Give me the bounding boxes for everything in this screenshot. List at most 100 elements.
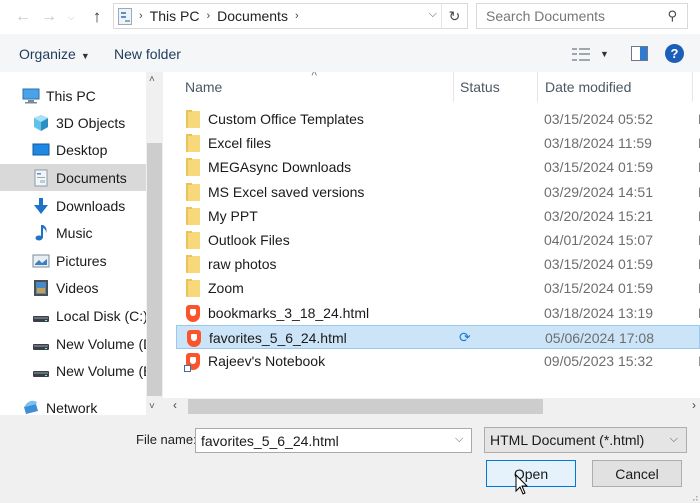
address-dropdown-icon[interactable]: ⌵ [429, 8, 437, 21]
sidebar-item-label: Pictures [56, 252, 107, 269]
sidebar-item-label: This PC [46, 87, 96, 104]
command-bar: Organize ▼ New folder ▼ ? [0, 34, 700, 72]
preview-pane-button[interactable] [631, 46, 648, 61]
help-button[interactable]: ? [665, 44, 684, 63]
column-header-type[interactable]: T [693, 72, 700, 102]
file-name-input[interactable]: favorites_5_6_24.html [195, 428, 472, 453]
scroll-right-icon[interactable]: › [692, 398, 696, 412]
file-row[interactable]: bookmarks_3_18_24.html03/18/2024 13:19B [176, 301, 700, 325]
folder-icon [186, 182, 200, 201]
sidebar-item-new-volume-e[interactable]: New Volume (E:) [0, 357, 161, 384]
file-row[interactable]: MS Excel saved versions03/29/2024 14:51F [176, 180, 700, 204]
file-row[interactable]: MEGAsync Downloads03/15/2024 01:59F [176, 155, 700, 179]
scroll-up-icon[interactable]: ˄ [149, 74, 155, 85]
file-name: My PPT [208, 207, 258, 224]
sidebar-item-new-volume-d[interactable]: New Volume (D:) [0, 330, 162, 357]
breadcrumb-separator: › [139, 10, 143, 22]
sidebar-scroll-thumb[interactable] [147, 143, 162, 396]
breadcrumb-this-pc[interactable]: This PC [150, 8, 200, 24]
search-placeholder: Search Documents [486, 8, 606, 24]
sync-icon: ⟳ [459, 328, 471, 345]
horizontal-scrollbar[interactable]: ‹ › [163, 398, 700, 415]
open-button[interactable]: Open [486, 460, 576, 487]
file-row[interactable]: Zoom03/15/2024 01:59F [176, 276, 700, 300]
address-row: ← → ⌵ ↑ › This PC › Documents › ⌵ ↻ Sear… [0, 0, 700, 34]
file-name-dropdown-icon[interactable]: ⌵ [455, 433, 463, 446]
sidebar-item-documents[interactable]: Documents [0, 164, 146, 191]
forward-button[interactable]: → [38, 6, 60, 28]
dialog-footer: File name: favorites_5_6_24.html ⌵ HTML … [0, 415, 700, 503]
organize-button[interactable]: Organize ▼ [19, 46, 90, 62]
file-date-modified: 03/20/2024 15:21 [544, 207, 653, 224]
folder-icon [186, 110, 200, 128]
file-type-select[interactable]: HTML Document (*.html) ⌵ [484, 427, 687, 453]
sidebar-item-pictures[interactable]: Pictures [0, 247, 146, 274]
sidebar-item-desktop[interactable]: Desktop [0, 136, 146, 163]
sidebar-item-3d-objects[interactable]: 3D Objects [0, 109, 146, 136]
refresh-button[interactable]: ↻ [441, 4, 467, 28]
folder-icon [186, 158, 200, 177]
breadcrumb-separator[interactable]: › [206, 10, 210, 22]
document-icon [118, 7, 132, 25]
column-header-status[interactable]: Status [454, 72, 538, 102]
change-view-button[interactable]: ▼ [572, 45, 612, 63]
drive-icon [32, 335, 50, 353]
file-date-modified: 03/15/2024 05:52 [544, 111, 653, 127]
file-name: raw photos [208, 256, 277, 273]
chevron-down-icon: ⌵ [67, 11, 75, 22]
folder-icon [186, 231, 200, 249]
folder-icon [186, 206, 200, 225]
cancel-button[interactable]: Cancel [592, 460, 682, 487]
search-input[interactable]: Search Documents ⚲ [476, 3, 688, 29]
file-name: Outlook Files [208, 232, 290, 248]
sidebar-scrollbar[interactable]: ˄ ˅ [146, 72, 163, 420]
sidebar-item-label: Music [56, 224, 93, 241]
file-date-modified: 03/15/2024 01:59 [544, 256, 653, 273]
organize-label: Organize [19, 46, 76, 62]
new-folder-button[interactable]: New folder [114, 46, 181, 62]
sidebar-item-music[interactable]: Music [0, 219, 146, 246]
file-row[interactable]: Outlook Files04/01/2024 15:07F [176, 228, 700, 252]
file-date-modified: 03/15/2024 01:59 [544, 280, 653, 297]
scroll-down-icon[interactable]: ˅ [149, 401, 155, 412]
sidebar-item-label: Local Disk (C:) [56, 307, 148, 324]
sidebar-item-local-disk-c[interactable]: Local Disk (C:) [0, 302, 148, 329]
sidebar-item-label: Downloads [56, 197, 126, 214]
sidebar-item-this-pc[interactable]: This PC [0, 82, 146, 109]
file-name: bookmarks_3_18_24.html [208, 304, 370, 321]
sidebar-item-label: Desktop [56, 141, 108, 158]
file-name-label: File name: [136, 432, 197, 447]
file-name: Custom Office Templates [208, 111, 364, 127]
file-row[interactable]: favorites_5_6_24.html05/06/2024 17:08B⟳ [176, 324, 700, 349]
breadcrumb-documents[interactable]: Documents [217, 8, 288, 24]
file-date-modified: 04/01/2024 15:07 [544, 232, 653, 248]
breadcrumb-separator[interactable]: › [295, 10, 299, 22]
horizontal-scroll-thumb[interactable] [188, 399, 543, 414]
caret-down-icon: ▼ [80, 51, 90, 61]
file-name: MS Excel saved versions [208, 183, 365, 200]
brave-icon [187, 329, 201, 347]
back-button[interactable]: ← [12, 6, 34, 28]
file-name: Rajeev's Notebook [208, 353, 326, 369]
column-header-date-modified[interactable]: Date modified [538, 72, 693, 102]
scroll-left-icon[interactable]: ‹ [173, 398, 177, 412]
arrow-right-icon: → [41, 8, 57, 25]
folder-icon [186, 255, 200, 274]
file-date-modified: 03/29/2024 14:51 [544, 183, 653, 200]
file-row[interactable]: Rajeev's Notebook 09/05/2023 15:32 I [176, 349, 700, 373]
file-date-modified: 03/15/2024 01:59 [544, 159, 653, 176]
sidebar-item-videos[interactable]: Videos [0, 274, 146, 301]
column-header-name[interactable]: Name [175, 72, 454, 102]
caret-down-icon: ▼ [600, 49, 609, 59]
address-bar[interactable]: › This PC › Documents › ⌵ ↻ [113, 3, 468, 29]
drive-icon [32, 307, 50, 325]
up-button[interactable]: ↑ [86, 6, 108, 28]
file-row[interactable]: Excel files03/18/2024 11:59F [176, 131, 700, 155]
resize-grip-icon[interactable] [690, 493, 698, 501]
file-row[interactable]: Custom Office Templates03/15/2024 05:52F [176, 107, 700, 131]
recent-locations-button[interactable]: ⌵ [64, 6, 78, 28]
file-row[interactable]: raw photos03/15/2024 01:59F [176, 252, 700, 276]
file-row[interactable]: My PPT03/20/2024 15:21F [176, 204, 700, 228]
sidebar-item-downloads[interactable]: Downloads [0, 192, 146, 219]
file-date-modified: 03/18/2024 13:19 [544, 304, 653, 321]
